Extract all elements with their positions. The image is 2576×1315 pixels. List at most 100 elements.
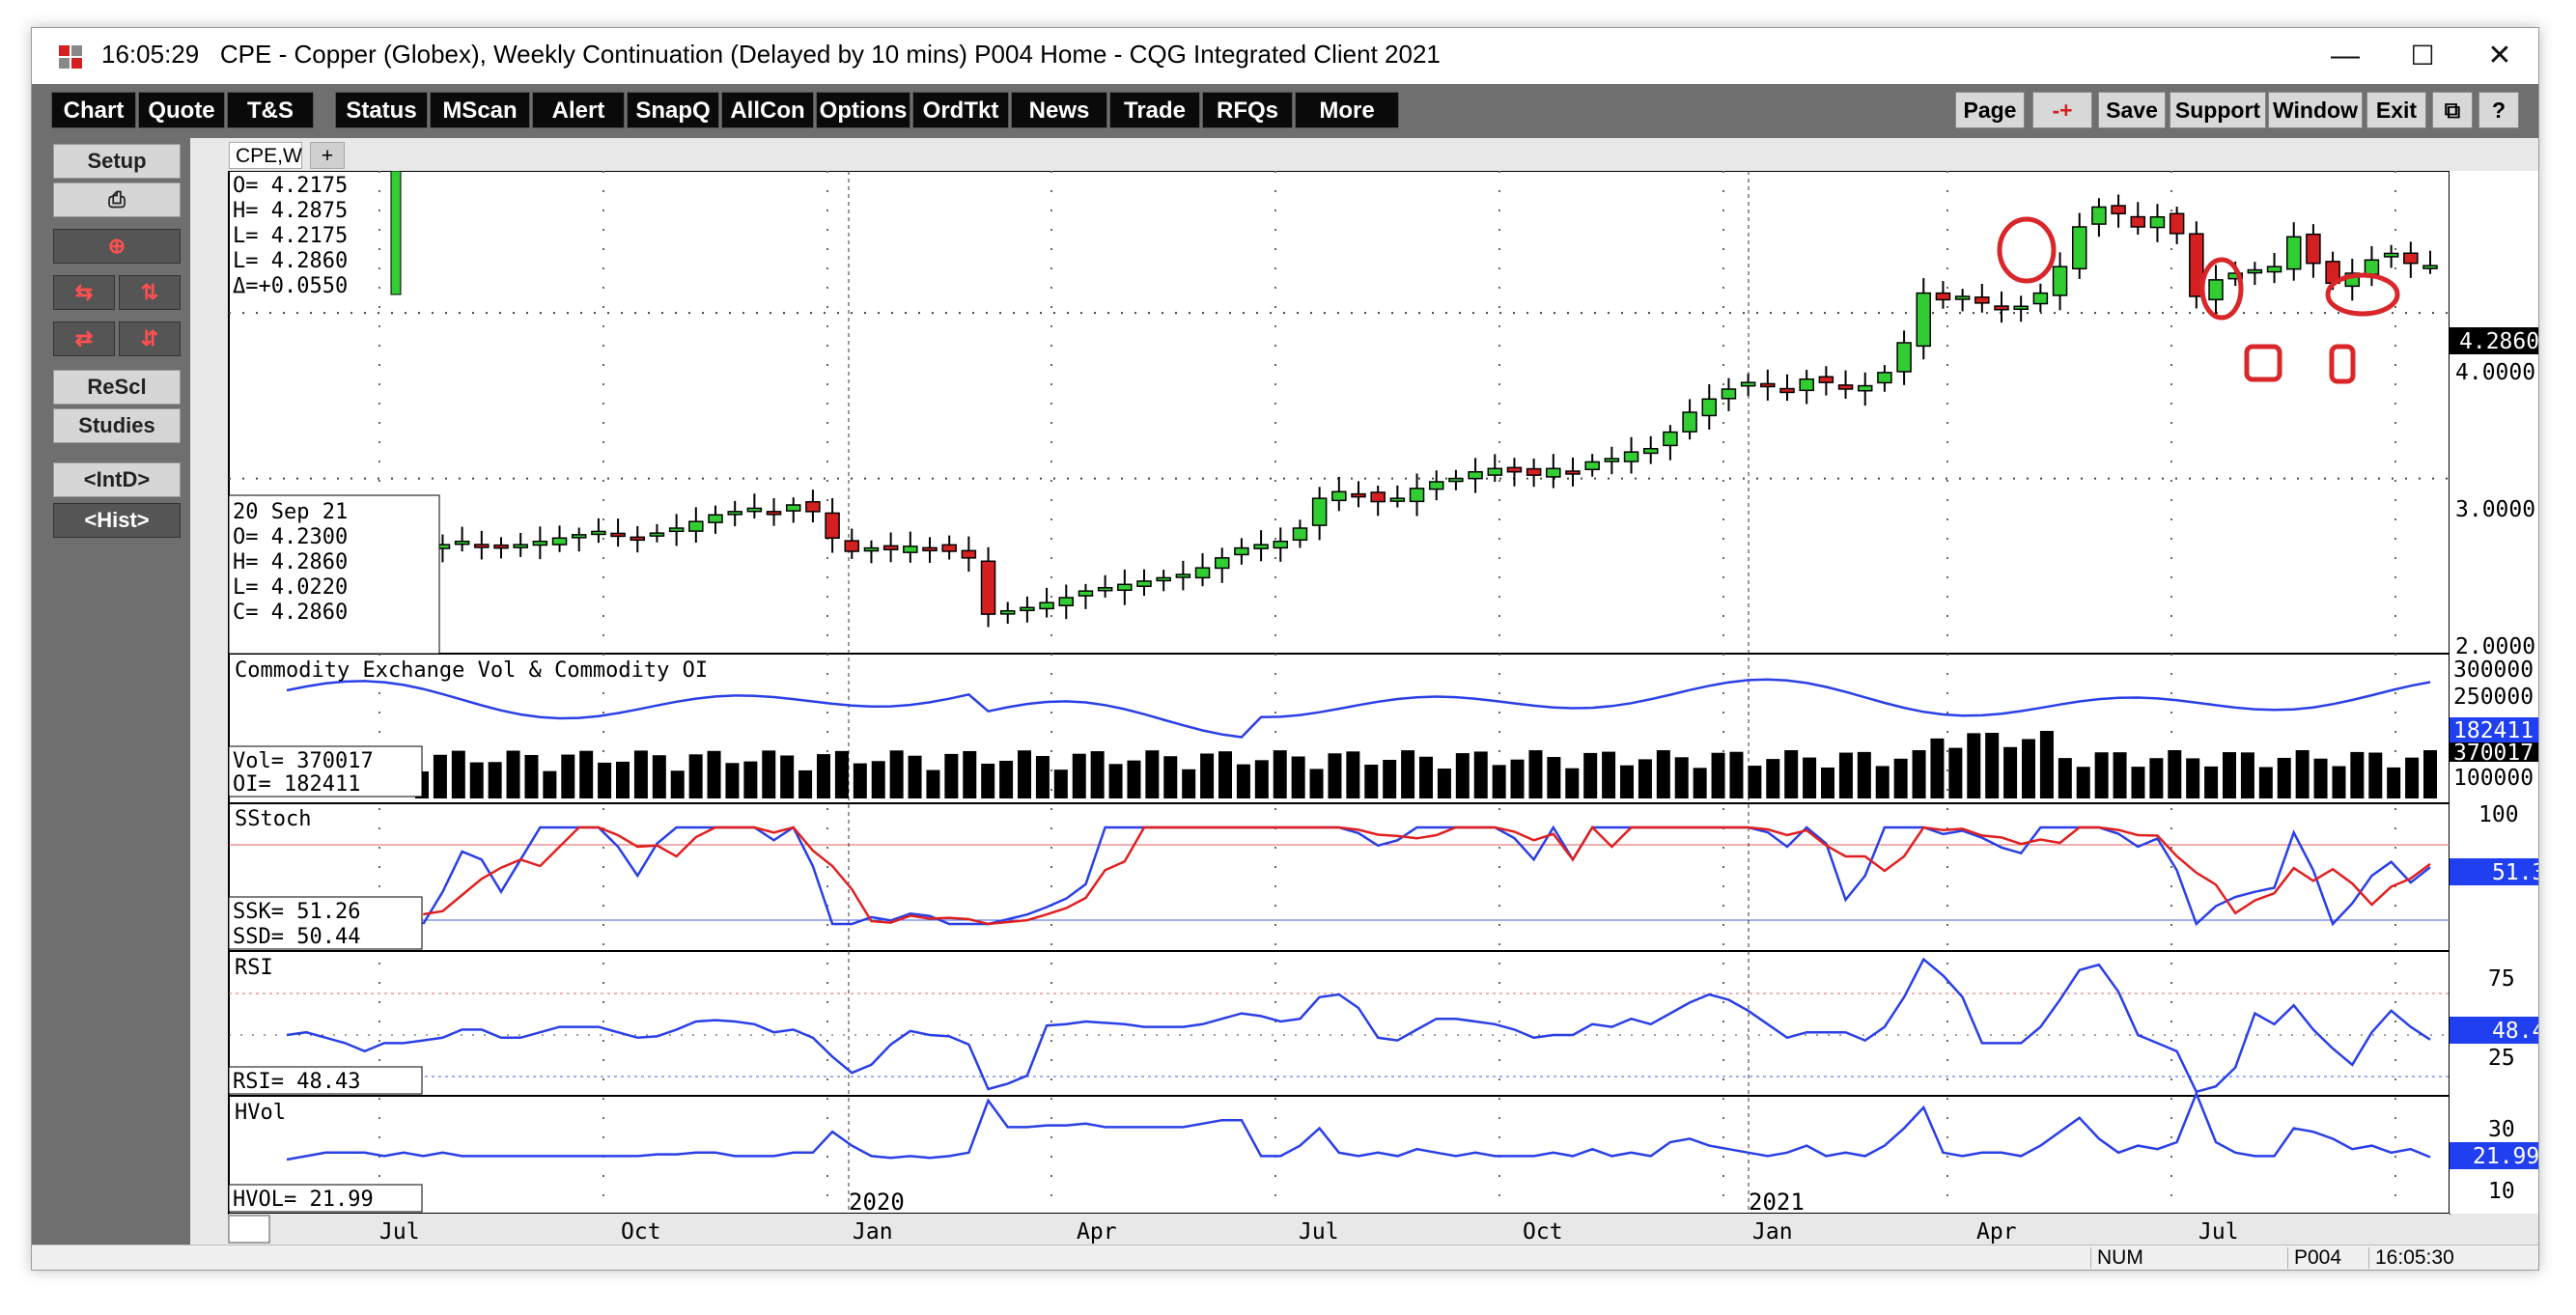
- candle-body: [844, 540, 860, 552]
- exit-button[interactable]: Exit: [2366, 92, 2426, 128]
- stoch-tick-100: 100: [2478, 802, 2519, 827]
- volume-bar: [561, 754, 575, 798]
- candle-body: [2208, 279, 2224, 301]
- volume-bar: [743, 761, 758, 798]
- candle-body: [1604, 458, 1620, 462]
- news-button[interactable]: News: [1011, 92, 1107, 128]
- time-axis-corner[interactable]: [228, 1215, 270, 1244]
- ts-button[interactable]: T&S: [227, 92, 314, 128]
- candle-body: [727, 511, 742, 516]
- candle-body: [1565, 470, 1581, 475]
- vol-tick-100000: 100000: [2453, 766, 2534, 791]
- candle-body: [1994, 305, 2009, 311]
- minimize-button[interactable]: —: [2307, 32, 2384, 80]
- candle-body: [805, 501, 821, 513]
- ordtkt-button[interactable]: OrdTkt: [912, 92, 1009, 128]
- page-button[interactable]: Page: [1955, 92, 2025, 128]
- rfqs-button[interactable]: RFQs: [1202, 92, 1293, 128]
- compress-vertical-icon[interactable]: ⇵: [119, 322, 181, 356]
- candle-body: [1078, 590, 1094, 597]
- volume-bar: [2295, 750, 2310, 798]
- setup-button[interactable]: Setup: [53, 144, 181, 179]
- candle-body: [1837, 384, 1854, 390]
- window-button[interactable]: Window: [2268, 92, 2363, 128]
- candle-body: [493, 544, 509, 549]
- quote-button[interactable]: Quote: [138, 92, 225, 128]
- candle-body: [746, 507, 763, 513]
- status-bar: NUM P004 16:05:30: [32, 1245, 2538, 1270]
- help-button[interactable]: ?: [2478, 92, 2519, 128]
- volume-bar: [2240, 752, 2254, 798]
- volume-bar: [853, 763, 867, 798]
- window-title: 16:05:29 CPE - Copper (Globex), Weekly C…: [101, 40, 1441, 70]
- alert-button[interactable]: Alert: [532, 92, 625, 128]
- volume-bar: [598, 762, 612, 798]
- volume-bar: [871, 761, 885, 798]
- candle-body: [922, 546, 938, 552]
- volume-bar: [1072, 753, 1086, 798]
- candle-body: [2266, 266, 2282, 273]
- volume-bar: [1090, 751, 1105, 798]
- year-label-2021: 2021: [1749, 1189, 1805, 1216]
- add-tab-button[interactable]: +: [310, 142, 345, 169]
- maximize-button[interactable]: ☐: [2384, 32, 2461, 80]
- chart-button[interactable]: Chart: [51, 92, 136, 128]
- volume-bar: [1254, 760, 1269, 798]
- candle-body: [766, 511, 782, 516]
- swap-vertical-icon[interactable]: ⇅: [119, 275, 181, 310]
- candle-body: [1039, 602, 1054, 610]
- historical-button[interactable]: <Hist>: [53, 503, 181, 538]
- candle-body: [2130, 215, 2146, 228]
- candle-body: [1584, 461, 1600, 470]
- candle-body: [1877, 372, 1892, 384]
- volume-bar: [1602, 751, 1616, 798]
- candle-body: [1954, 295, 1971, 300]
- candle-body: [1156, 576, 1171, 582]
- rescale-button[interactable]: ReScl: [53, 370, 181, 405]
- tab-cpe-weekly[interactable]: CPE,W: [229, 142, 302, 169]
- candle-body: [1058, 597, 1075, 606]
- info-open: O= 4.2175: [233, 174, 348, 198]
- allcon-button[interactable]: AllCon: [721, 92, 814, 128]
- studies-button[interactable]: Studies: [53, 408, 181, 443]
- window-time: 16:05:29: [101, 40, 200, 69]
- volume-bar: [1821, 767, 1834, 798]
- candle-body: [1799, 378, 1814, 392]
- volume-bar: [944, 753, 959, 798]
- volume-bar: [798, 769, 813, 798]
- volume-bar: [2131, 767, 2145, 798]
- intraday-button[interactable]: <IntD>: [53, 462, 181, 497]
- volume-bar: [981, 763, 995, 798]
- zoom-button[interactable]: -+: [2032, 92, 2092, 128]
- mscan-button[interactable]: MScan: [430, 92, 530, 128]
- volume-bar: [670, 770, 685, 798]
- volume-bar: [889, 750, 904, 798]
- close-button[interactable]: ✕: [2461, 32, 2538, 80]
- candle-body: [2013, 305, 2029, 311]
- swap-horizontal-icon[interactable]: ⇆: [53, 275, 115, 310]
- volume-bar: [1035, 755, 1050, 798]
- trade-button[interactable]: Trade: [1109, 92, 1200, 128]
- volume-bar: [1163, 756, 1178, 798]
- candle-body: [1526, 467, 1542, 476]
- more-button[interactable]: More: [1295, 92, 1399, 128]
- volume-bar: [1784, 750, 1799, 798]
- volume-bar: [2186, 758, 2200, 798]
- candle-body: [2071, 226, 2087, 270]
- bar-date: 20 Sep 21: [233, 500, 348, 524]
- volume-bar: [2039, 731, 2054, 798]
- candle-body: [2169, 212, 2185, 235]
- bar-info-box: 20 Sep 21 O= 4.2300 H= 4.2860 L= 4.0220 …: [228, 494, 440, 655]
- volume-bar: [2223, 752, 2236, 798]
- link-icon[interactable]: ⊕: [53, 229, 181, 264]
- compress-horizontal-icon[interactable]: ⇄: [53, 322, 115, 356]
- print-icon[interactable]: ⎙: [53, 182, 181, 217]
- chart-svg[interactable]: O= 4.2175 H= 4.2875 L= 4.2175 L= 4.2860 …: [190, 170, 2538, 1245]
- hvol-badge-value: 21.99: [2473, 1144, 2538, 1169]
- restore-icon[interactable]: ⧉: [2432, 92, 2473, 128]
- options-button[interactable]: Options: [816, 92, 910, 128]
- snapq-button[interactable]: SnapQ: [627, 92, 719, 128]
- support-button[interactable]: Support: [2170, 92, 2266, 128]
- save-button[interactable]: Save: [2098, 92, 2166, 128]
- status-button[interactable]: Status: [335, 92, 428, 128]
